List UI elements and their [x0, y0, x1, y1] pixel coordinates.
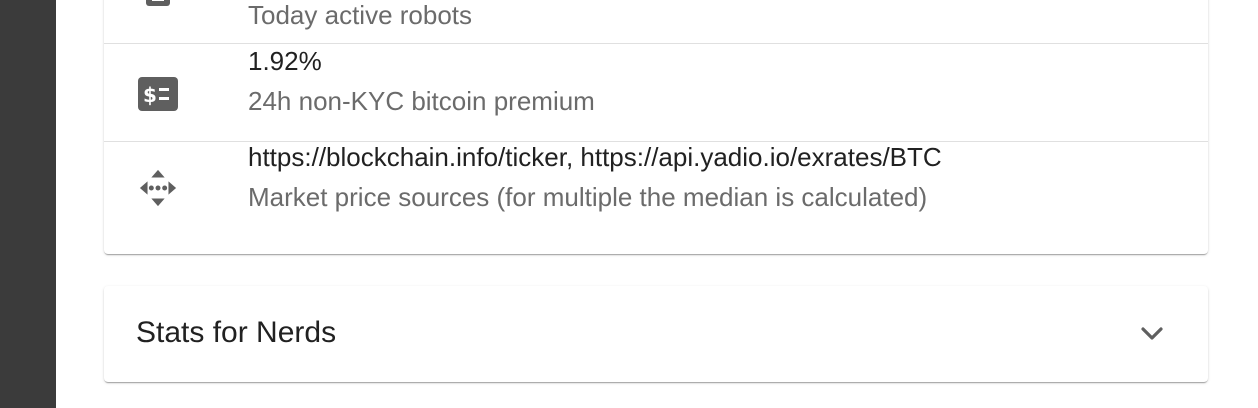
premium-label: 24h non-KYC bitcoin premium: [248, 86, 595, 116]
stats-dialog: Today active robots $ 1.92% 24h non-KYC …: [56, 0, 1258, 408]
price-sources-value[interactable]: https://blockchain.info/ticker, https://…: [248, 142, 942, 173]
expand-more-icon[interactable]: [1136, 318, 1168, 350]
stats-for-nerds-accordion[interactable]: Stats for Nerds: [104, 286, 1208, 382]
robot-icon: [138, 0, 178, 24]
list-item-active-robots: Today active robots: [104, 0, 1208, 44]
premium-value: 1.92%: [248, 46, 322, 76]
modal-backdrop[interactable]: [0, 0, 56, 408]
price-sources-label: Market price sources (for multiple the m…: [248, 182, 928, 212]
info-list: Today active robots $ 1.92% 24h non-KYC …: [104, 0, 1208, 254]
source-link-icon: [138, 168, 178, 208]
list-item-price-sources: https://blockchain.info/ticker, https://…: [104, 142, 1208, 254]
price-change-icon: $: [138, 74, 178, 114]
svg-text:$: $: [143, 83, 157, 107]
list-item-premium: $ 1.92% 24h non-KYC bitcoin premium: [104, 44, 1208, 142]
active-robots-label: Today active robots: [248, 0, 473, 30]
accordion-title: Stats for Nerds: [136, 316, 337, 349]
